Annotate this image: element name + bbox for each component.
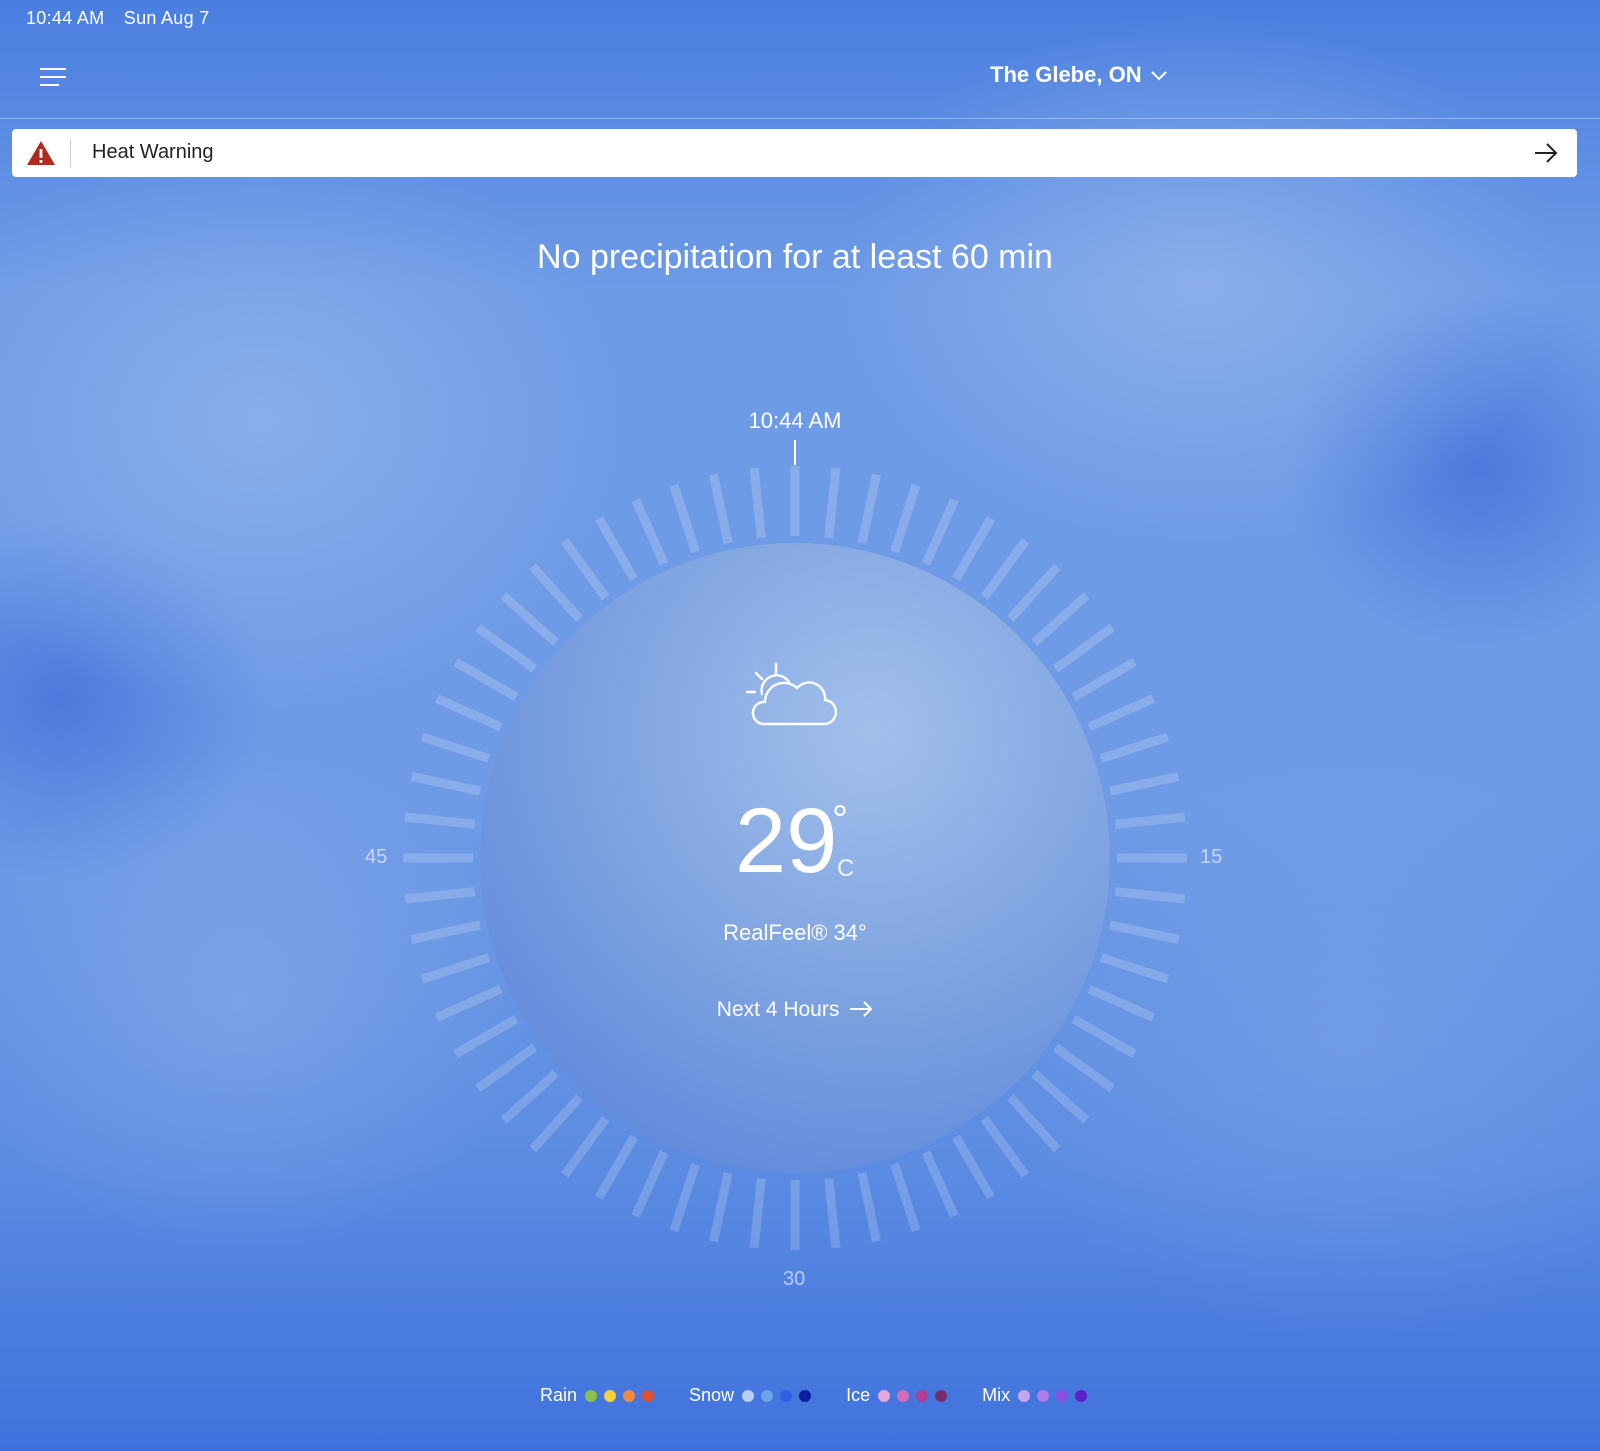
legend-label: Rain — [540, 1385, 578, 1405]
legend-color-dot — [799, 1389, 812, 1402]
minute-tick — [453, 658, 519, 701]
minute-tick — [420, 732, 491, 763]
minute-tick — [435, 984, 503, 1022]
legend-ice: Ice — [846, 1385, 954, 1406]
minute-tick — [709, 1172, 733, 1243]
realfeel-temperature: RealFeel® 34° — [723, 920, 867, 945]
minute-tick — [631, 1150, 669, 1218]
minute-tick — [1099, 732, 1170, 763]
legend-snow: Snow — [689, 1385, 818, 1406]
minute-label-45: 45 — [365, 846, 388, 868]
minute-tick — [404, 812, 476, 829]
current-temperature: 29 — [735, 790, 838, 892]
minute-label-30: 30 — [783, 1268, 806, 1290]
minute-tick — [921, 1150, 959, 1218]
minute-tick — [1087, 694, 1155, 732]
legend-color-dot — [1056, 1389, 1069, 1402]
minute-tick — [595, 1134, 638, 1200]
minute-tick — [404, 887, 476, 904]
legend-color-dot — [897, 1389, 910, 1402]
legend-color-dot — [585, 1389, 598, 1402]
minute-tick — [749, 1177, 766, 1249]
legend-mix: Mix — [982, 1385, 1094, 1406]
minute-tick — [824, 467, 841, 539]
minute-tick — [560, 1115, 610, 1178]
minute-tick — [1087, 984, 1155, 1022]
minute-tick — [857, 1172, 881, 1243]
legend-color-dot — [642, 1389, 655, 1402]
legend-color-dot — [761, 1389, 774, 1402]
minute-tick — [952, 1134, 995, 1200]
minute-tick — [529, 1094, 583, 1153]
minute-tick — [1052, 623, 1115, 673]
minute-tick — [1031, 1070, 1090, 1124]
minute-tick — [749, 467, 766, 539]
minute-tick — [1052, 1043, 1115, 1093]
minute-tick — [410, 772, 481, 796]
legend-rain: Rain — [540, 1385, 661, 1406]
legend-color-dot — [1075, 1389, 1088, 1402]
legend-color-dot — [916, 1389, 929, 1402]
legend-color-dot — [1018, 1389, 1031, 1402]
minute-tick — [709, 473, 733, 544]
minute-tick — [1007, 1094, 1061, 1153]
legend-label: Snow — [689, 1385, 735, 1405]
minute-tick — [952, 516, 995, 582]
legend-color-dot — [604, 1389, 617, 1402]
precipitation-legend: Rain Snow Ice Mix — [540, 1385, 1122, 1406]
minute-tick — [595, 516, 638, 582]
minute-tick — [1007, 563, 1061, 622]
partly-sunny-cloud-icon — [745, 662, 837, 726]
legend-color-dot — [742, 1389, 755, 1402]
legend-label: Mix — [982, 1385, 1011, 1405]
minute-tick — [1109, 920, 1180, 944]
minute-tick — [475, 623, 538, 673]
legend-color-dot — [878, 1389, 891, 1402]
next-hours-link[interactable]: Next 4 Hours — [595, 998, 995, 1022]
minute-tick — [1114, 812, 1186, 829]
minute-tick — [631, 498, 669, 566]
legend-color-dot — [623, 1389, 636, 1402]
minute-tick — [921, 498, 959, 566]
minute-tick — [1071, 658, 1137, 701]
minute-tick — [420, 953, 491, 984]
legend-color-dot — [1037, 1389, 1050, 1402]
minute-tick — [1071, 1015, 1137, 1058]
minute-tick — [410, 920, 481, 944]
degree-symbol: ° — [832, 798, 848, 842]
minute-tick — [453, 1015, 519, 1058]
minute-tick — [669, 1162, 700, 1233]
minute-tick — [1109, 772, 1180, 796]
minute-tick — [669, 483, 700, 554]
minute-tick — [435, 694, 503, 732]
minute-tick — [500, 592, 559, 646]
minute-tick — [475, 1043, 538, 1093]
minute-tick — [1031, 592, 1090, 646]
minute-tick — [500, 1070, 559, 1124]
minute-tick — [857, 473, 881, 544]
minute-tick — [560, 538, 610, 601]
minute-tick — [980, 1115, 1030, 1178]
minute-tick — [1099, 953, 1170, 984]
temperature-unit: C — [837, 855, 855, 882]
minute-tick — [890, 1162, 921, 1233]
arrow-right-icon — [850, 1001, 873, 1017]
legend-label: Ice — [846, 1385, 871, 1405]
minute-label-15: 15 — [1200, 846, 1223, 868]
minute-tick — [529, 563, 583, 622]
minute-tick — [1114, 887, 1186, 904]
legend-color-dot — [935, 1389, 948, 1402]
minute-tick — [890, 483, 921, 554]
minute-tick — [824, 1177, 841, 1249]
minute-tick — [980, 538, 1030, 601]
next-hours-label: Next 4 Hours — [716, 998, 840, 1021]
legend-color-dot — [780, 1389, 793, 1402]
